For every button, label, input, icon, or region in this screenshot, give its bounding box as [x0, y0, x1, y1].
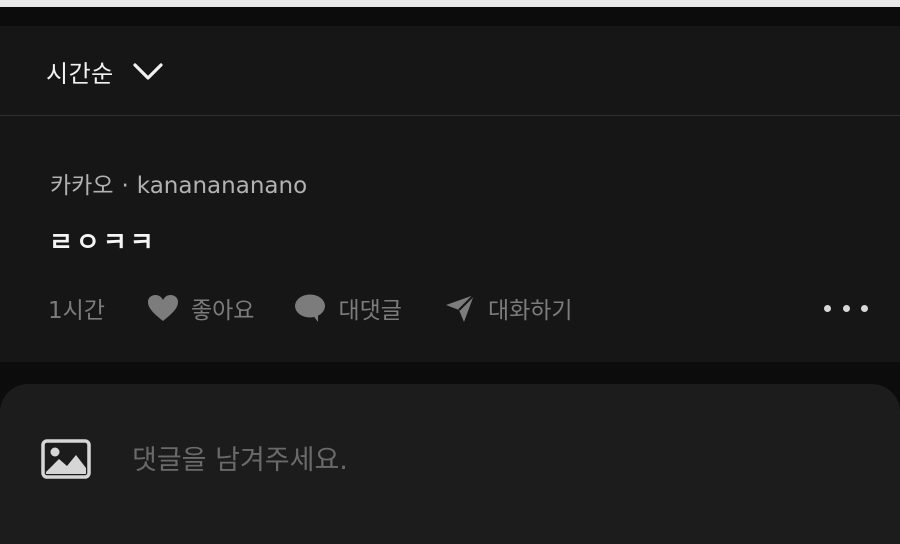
chevron-down-icon [133, 63, 163, 80]
chat-bubble-icon [295, 294, 326, 322]
comment-text: ㄹㅇㅋㅋ [49, 228, 157, 258]
comment-author[interactable]: 카카오 [50, 173, 113, 199]
meta-separator: · [121, 173, 129, 199]
comment-item: 카카오 · kananananano ㄹㅇㅋㅋ 1시간 좋아요 대댓글 대화하기 [0, 116, 900, 362]
more-dots-icon [824, 304, 831, 312]
more-options-button[interactable] [824, 288, 868, 328]
image-icon[interactable] [40, 438, 92, 480]
like-label: 좋아요 [190, 298, 255, 324]
comment-input[interactable] [130, 434, 834, 486]
comment-username[interactable]: kananananano [137, 173, 307, 199]
reply-button[interactable]: 대댓글 [294, 291, 402, 325]
send-icon [445, 294, 475, 322]
comment-time: 1시간 [48, 298, 105, 324]
top-edge-strip [0, 0, 900, 7]
comment-meta: 카카오 · kananananano [50, 166, 307, 200]
reply-label: 대댓글 [338, 298, 402, 324]
sort-label: 시간순 [46, 59, 114, 88]
section-spacer [0, 362, 900, 384]
comment-actions: 1시간 좋아요 대댓글 대화하기 [48, 288, 868, 328]
comment-composer [0, 384, 900, 544]
conversation-button[interactable]: 대화하기 [444, 291, 573, 325]
heart-icon [147, 295, 178, 321]
like-button[interactable]: 좋아요 [147, 291, 254, 325]
top-spacer [0, 7, 900, 26]
sort-dropdown[interactable]: 시간순 [46, 54, 164, 88]
sort-bar: 시간순 [0, 26, 900, 116]
conversation-label: 대화하기 [487, 298, 573, 324]
more-dots-icon [861, 304, 868, 312]
more-dots-icon [842, 304, 850, 312]
